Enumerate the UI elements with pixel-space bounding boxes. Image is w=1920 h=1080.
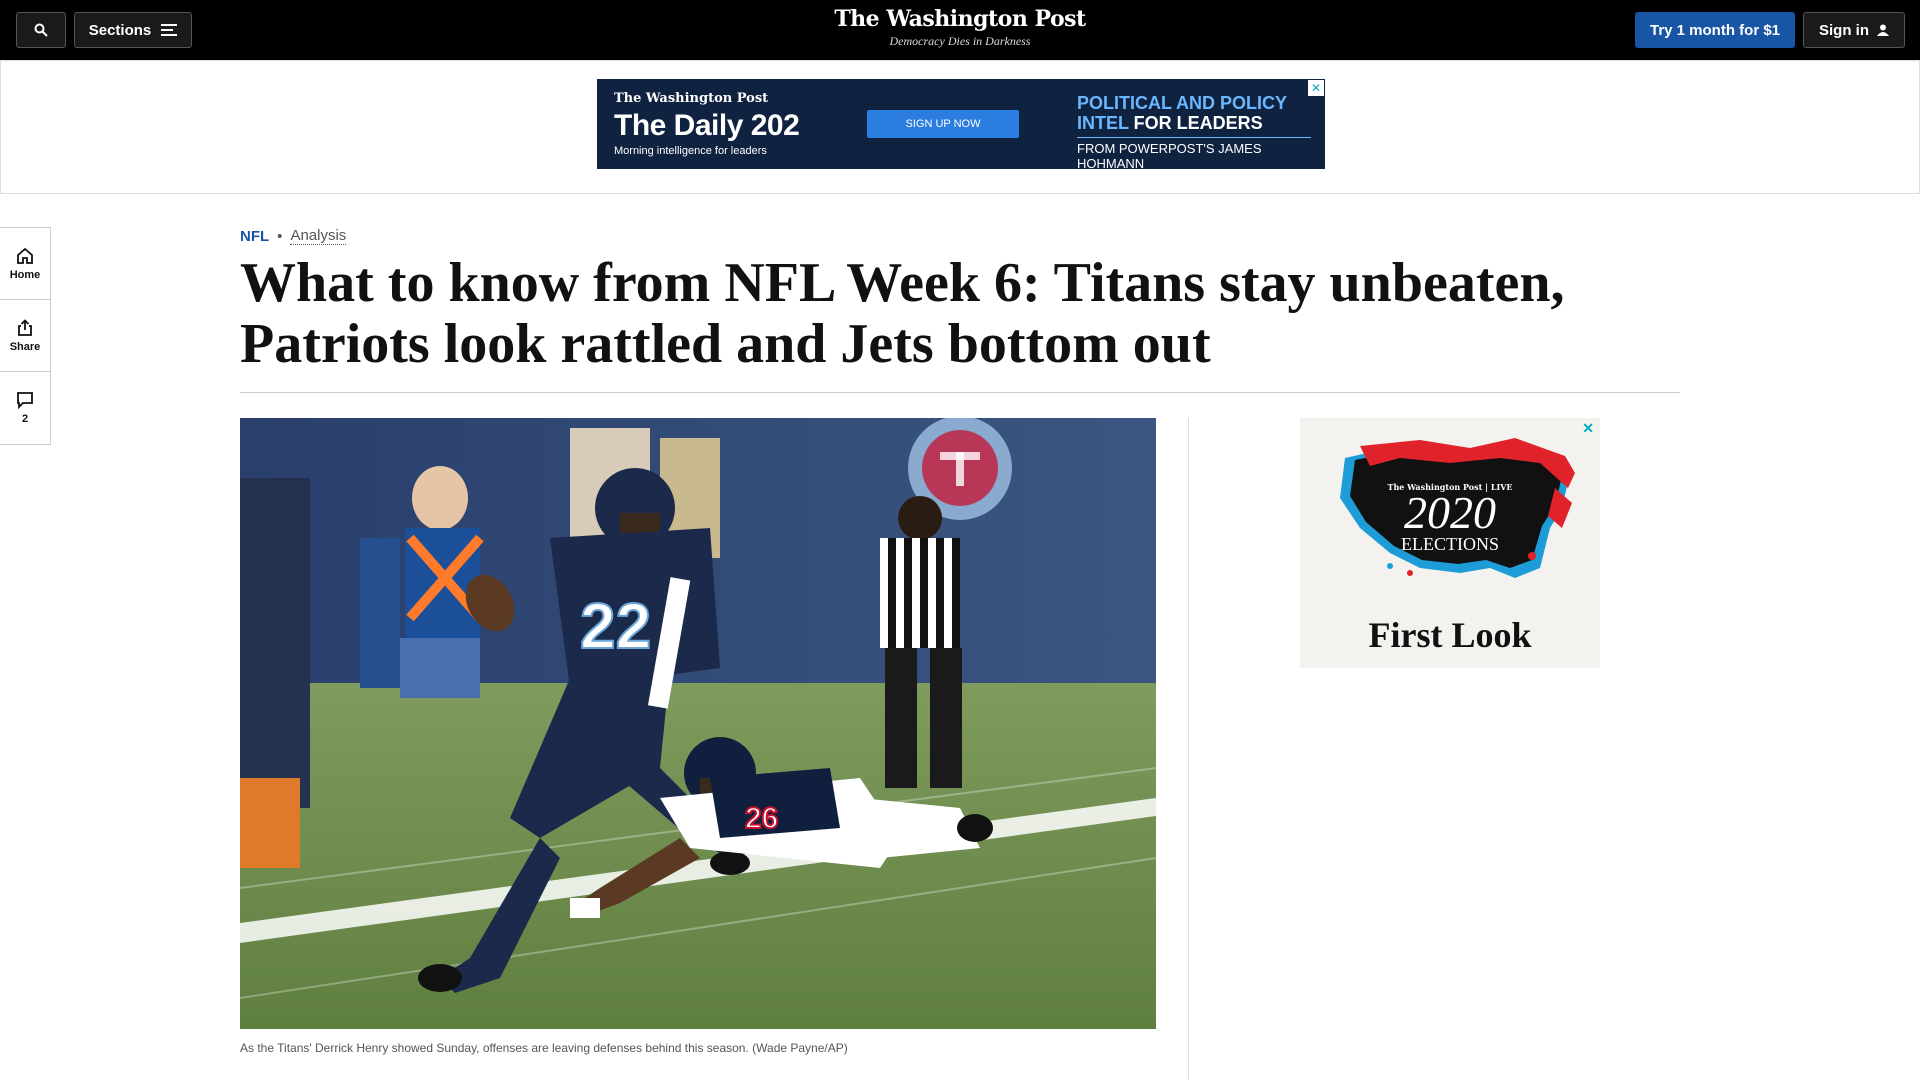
tagline: Democracy Dies in Darkness — [889, 34, 1031, 48]
ad-close-icon[interactable]: ✕ — [1308, 80, 1324, 96]
search-button[interactable] — [16, 12, 66, 48]
comment-icon — [17, 392, 33, 409]
section-link-nfl[interactable]: NFL — [240, 228, 269, 245]
share-icon — [18, 318, 32, 336]
photo-caption: As the Titans' Derrick Henry showed Sund… — [240, 1041, 848, 1055]
user-icon — [1877, 24, 1889, 36]
ad-title: The Daily 202 — [614, 109, 800, 142]
ad-mini-logo: The Washington Post — [614, 91, 769, 106]
headline-divider — [240, 392, 1680, 393]
hamburger-menu-icon — [161, 24, 178, 36]
lead-photo[interactable]: 22 26 — [240, 418, 1156, 1029]
ad-policy-intel: INTEL — [1077, 113, 1129, 133]
sign-in-label: Sign in — [1819, 21, 1869, 39]
daily-202-ad[interactable]: The Washington Post The Daily 202 Mornin… — [597, 79, 1325, 171]
ad-policy-line1: POLITICAL AND POLICY — [1077, 93, 1288, 113]
column-divider — [1188, 418, 1189, 1080]
sections-label: Sections — [88, 21, 152, 39]
kicker-separator: • — [277, 227, 283, 245]
ad-policy-leaders: FOR LEADERS — [1128, 113, 1263, 133]
ad-year: 2020 — [1404, 487, 1496, 538]
sections-button[interactable]: Sections — [74, 12, 192, 48]
top-ad-band: The Washington Post The Daily 202 Mornin… — [0, 60, 1920, 194]
svg-text:26: 26 — [745, 802, 778, 835]
subscribe-button[interactable]: Try 1 month for $1 — [1635, 12, 1795, 48]
home-icon — [17, 247, 33, 264]
home-label: Home — [9, 268, 41, 281]
share-button[interactable]: Share — [0, 300, 50, 372]
masthead: The Washington Post — [834, 6, 1086, 32]
share-label: Share — [9, 340, 41, 353]
article-kicker: NFL • Analysis — [240, 227, 347, 245]
article-headline: What to know from NFL Week 6: Titans sta… — [240, 252, 1565, 375]
comments-button[interactable]: 2 — [0, 372, 50, 444]
ad-policy-text: POLITICAL AND POLICY INTEL FOR LEADERS — [1077, 93, 1317, 133]
svg-text:22: 22 — [580, 590, 651, 662]
ad-subtitle: Morning intelligence for leaders — [614, 145, 767, 157]
ad-first-look: First Look — [1368, 615, 1532, 655]
search-icon — [34, 23, 48, 37]
ad-divider — [1077, 137, 1311, 138]
ad-signup-button[interactable]: SIGN UP NOW — [867, 110, 1019, 138]
ad-close-icon-right[interactable]: ✕ — [1582, 420, 1594, 437]
top-navigation-bar: Sections The Washington Post Democracy D… — [0, 0, 1920, 60]
brand-logo[interactable]: The Washington Post Democracy Dies in Da… — [760, 6, 1160, 49]
analysis-label[interactable]: Analysis — [290, 227, 347, 245]
ad-byline: FROM POWERPOST'S JAMES HOHMANN — [1077, 141, 1262, 171]
elections-ad[interactable]: The Washington Post | LIVE 2020 ELECTION… — [1300, 418, 1600, 668]
left-action-rail: Home Share 2 — [0, 227, 51, 445]
ad-policy-line2: INTEL FOR LEADERS — [1077, 113, 1317, 133]
sign-in-button[interactable]: Sign in — [1803, 12, 1905, 48]
home-button[interactable]: Home — [0, 228, 50, 300]
ad-elections-word: ELECTIONS — [1401, 534, 1499, 554]
comments-count: 2 — [21, 413, 29, 425]
